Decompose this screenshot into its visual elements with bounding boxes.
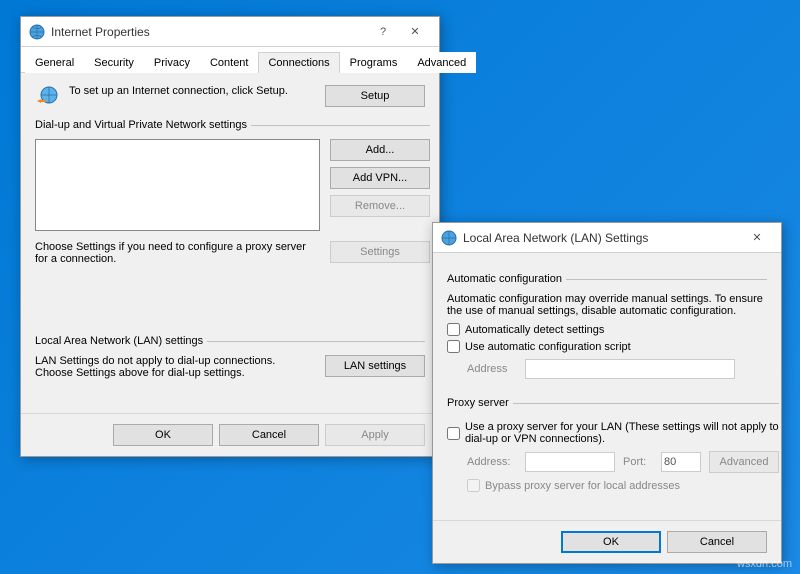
- internet-properties-window: Internet Properties ? ✕ General Security…: [20, 16, 440, 457]
- add-vpn-button[interactable]: Add VPN...: [330, 167, 430, 189]
- auto-config-note: Automatic configuration may override man…: [447, 293, 767, 317]
- lan-group-label: Local Area Network (LAN) settings: [35, 335, 207, 347]
- internet-globe-icon: [441, 230, 457, 246]
- setup-text: To set up an Internet connection, click …: [69, 85, 315, 97]
- dialup-group-label: Dial-up and Virtual Private Network sett…: [35, 119, 251, 131]
- tab-privacy[interactable]: Privacy: [144, 52, 200, 73]
- proxy-group-label: Proxy server: [447, 397, 513, 409]
- window-title: Local Area Network (LAN) Settings: [463, 231, 741, 245]
- tab-programs[interactable]: Programs: [340, 52, 408, 73]
- proxy-group: Proxy server Use a proxy server for your…: [447, 397, 779, 500]
- lan-group: Local Area Network (LAN) settings LAN Se…: [35, 335, 425, 393]
- script-address-label: Address: [467, 363, 517, 375]
- close-button[interactable]: ✕: [741, 227, 773, 249]
- proxy-port-label: Port:: [623, 456, 653, 468]
- auto-detect-checkbox[interactable]: [447, 323, 460, 336]
- tab-security[interactable]: Security: [84, 52, 144, 73]
- proxy-address-label: Address:: [467, 456, 517, 468]
- ok-button[interactable]: OK: [561, 531, 661, 553]
- lan-settings-button[interactable]: LAN settings: [325, 355, 425, 377]
- lan-note: LAN Settings do not apply to dial-up con…: [35, 355, 315, 379]
- globe-arrow-icon: [35, 85, 59, 109]
- cancel-button[interactable]: Cancel: [667, 531, 767, 553]
- tab-content[interactable]: Content: [200, 52, 259, 73]
- auto-detect-row: Automatically detect settings: [447, 323, 767, 336]
- dialog-footer: OK Cancel: [433, 520, 781, 563]
- auto-detect-label: Automatically detect settings: [465, 324, 604, 336]
- apply-button[interactable]: Apply: [325, 424, 425, 446]
- auto-config-label: Automatic configuration: [447, 273, 566, 285]
- tab-content-area: To set up an Internet connection, click …: [21, 73, 439, 413]
- advanced-button[interactable]: Advanced: [709, 451, 779, 473]
- tab-connections[interactable]: Connections: [258, 52, 339, 73]
- titlebar: Local Area Network (LAN) Settings ✕: [433, 223, 781, 253]
- proxy-address-row: Address: Port: Advanced: [467, 451, 779, 473]
- proxy-note: Choose Settings if you need to configure…: [35, 241, 320, 265]
- use-proxy-label: Use a proxy server for your LAN (These s…: [465, 421, 779, 445]
- lan-content: Automatic configuration Automatic config…: [433, 253, 781, 520]
- script-address-input[interactable]: [525, 359, 735, 379]
- internet-globe-icon: [29, 24, 45, 40]
- dialup-group: Dial-up and Virtual Private Network sett…: [35, 119, 430, 279]
- watermark: wsxdn.com: [737, 558, 792, 570]
- remove-button[interactable]: Remove...: [330, 195, 430, 217]
- auto-script-label: Use automatic configuration script: [465, 341, 631, 353]
- tab-general[interactable]: General: [25, 52, 84, 73]
- add-button[interactable]: Add...: [330, 139, 430, 161]
- tab-strip: General Security Privacy Content Connect…: [21, 47, 439, 73]
- use-proxy-row: Use a proxy server for your LAN (These s…: [447, 421, 779, 445]
- auto-config-group: Automatic configuration Automatic config…: [447, 273, 767, 389]
- settings-button[interactable]: Settings: [330, 241, 430, 263]
- bypass-checkbox[interactable]: [467, 479, 480, 492]
- bypass-label: Bypass proxy server for local addresses: [485, 480, 680, 492]
- help-button[interactable]: ?: [367, 21, 399, 43]
- setup-button[interactable]: Setup: [325, 85, 425, 107]
- lan-settings-window: Local Area Network (LAN) Settings ✕ Auto…: [432, 222, 782, 564]
- ok-button[interactable]: OK: [113, 424, 213, 446]
- proxy-port-input[interactable]: [661, 452, 701, 472]
- titlebar: Internet Properties ? ✕: [21, 17, 439, 47]
- connections-listbox[interactable]: [35, 139, 320, 231]
- cancel-button[interactable]: Cancel: [219, 424, 319, 446]
- auto-script-checkbox[interactable]: [447, 340, 460, 353]
- script-address-row: Address: [467, 359, 767, 379]
- window-title: Internet Properties: [51, 25, 367, 39]
- auto-script-row: Use automatic configuration script: [447, 340, 767, 353]
- use-proxy-checkbox[interactable]: [447, 427, 460, 440]
- bypass-row: Bypass proxy server for local addresses: [467, 479, 779, 492]
- close-button[interactable]: ✕: [399, 21, 431, 43]
- proxy-address-input[interactable]: [525, 452, 615, 472]
- tab-advanced[interactable]: Advanced: [407, 52, 476, 73]
- dialog-footer: OK Cancel Apply: [21, 413, 439, 456]
